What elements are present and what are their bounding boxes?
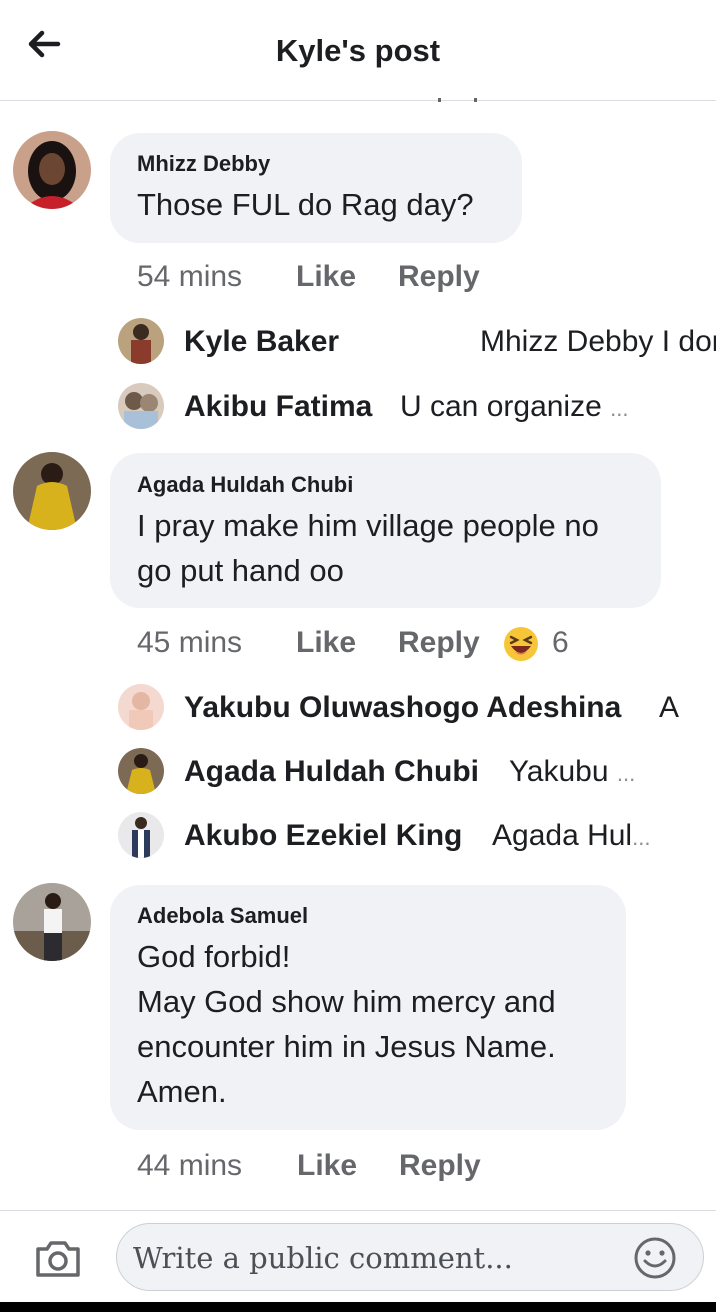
- camera-button[interactable]: [32, 1233, 84, 1285]
- scroll-residue: [438, 98, 477, 102]
- comment-time: 45 mins: [137, 626, 243, 659]
- reply-snippet: Mhizz Debby I don'...: [480, 325, 716, 358]
- comment-time: 54 mins: [137, 260, 243, 293]
- reply-snippet: A: [659, 691, 680, 724]
- reply-button[interactable]: Reply: [399, 1149, 481, 1183]
- camera-icon: [36, 1241, 80, 1277]
- reply-button[interactable]: Reply: [398, 260, 480, 294]
- laughing-emoji-icon[interactable]: [503, 626, 539, 662]
- avatar: [118, 318, 164, 364]
- reply-author: Akubo Ezekiel King: [184, 819, 463, 852]
- reply-author: Yakubu Oluwashogo Adeshina: [184, 691, 622, 724]
- reply-preview[interactable]: Akubo Ezekiel King Agada Hul...: [118, 812, 716, 860]
- comment-text: Those FUL do Rag day?: [137, 187, 474, 222]
- system-navigation-bar: [0, 1302, 716, 1312]
- reply-preview[interactable]: Akibu Fatima U can organize ...: [118, 383, 716, 431]
- reaction-count[interactable]: 6: [552, 626, 569, 660]
- like-button[interactable]: Like: [297, 1149, 357, 1183]
- comment-author[interactable]: Adebola Samuel: [137, 903, 308, 929]
- avatar: [118, 684, 164, 730]
- avatar: [118, 383, 164, 429]
- reply-snippet: Yakubu ...: [509, 755, 636, 788]
- comment-text: God forbid! May God show him mercy and e…: [137, 939, 556, 1109]
- comment-composer: [0, 1210, 716, 1303]
- comment-author[interactable]: Agada Huldah Chubi: [137, 472, 353, 498]
- reply-author: Kyle Baker: [184, 325, 340, 358]
- comment-input-container[interactable]: [116, 1223, 704, 1291]
- emoji-picker-button[interactable]: [633, 1236, 677, 1280]
- reply-preview[interactable]: Agada Huldah Chubi Yakubu ...: [118, 748, 716, 796]
- avatar[interactable]: [13, 452, 91, 530]
- avatar[interactable]: [13, 883, 91, 961]
- comment-author[interactable]: Mhizz Debby: [137, 151, 270, 177]
- reply-author: Akibu Fatima: [184, 390, 373, 423]
- reply-preview[interactable]: Kyle Baker Mhizz Debby I don'...: [118, 318, 716, 366]
- reply-snippet: U can organize ...: [400, 390, 629, 423]
- comment-time: 44 mins: [137, 1149, 243, 1182]
- avatar: [118, 748, 164, 794]
- reply-preview[interactable]: Yakubu Oluwashogo Adeshina A: [118, 684, 716, 732]
- page-title: Kyle's post: [275, 33, 441, 68]
- smiley-icon: [634, 1237, 676, 1279]
- reply-author: Agada Huldah Chubi: [184, 755, 479, 788]
- avatar: [118, 812, 164, 858]
- comment-input[interactable]: [131, 1236, 625, 1280]
- reply-snippet: Agada Hul...: [492, 819, 651, 852]
- like-button[interactable]: Like: [296, 626, 356, 660]
- top-bar: Kyle's post: [0, 0, 716, 101]
- reply-button[interactable]: Reply: [398, 626, 480, 660]
- comment-text: I pray make him village people no go put…: [137, 508, 599, 588]
- avatar[interactable]: [13, 131, 91, 209]
- like-button[interactable]: Like: [296, 260, 356, 294]
